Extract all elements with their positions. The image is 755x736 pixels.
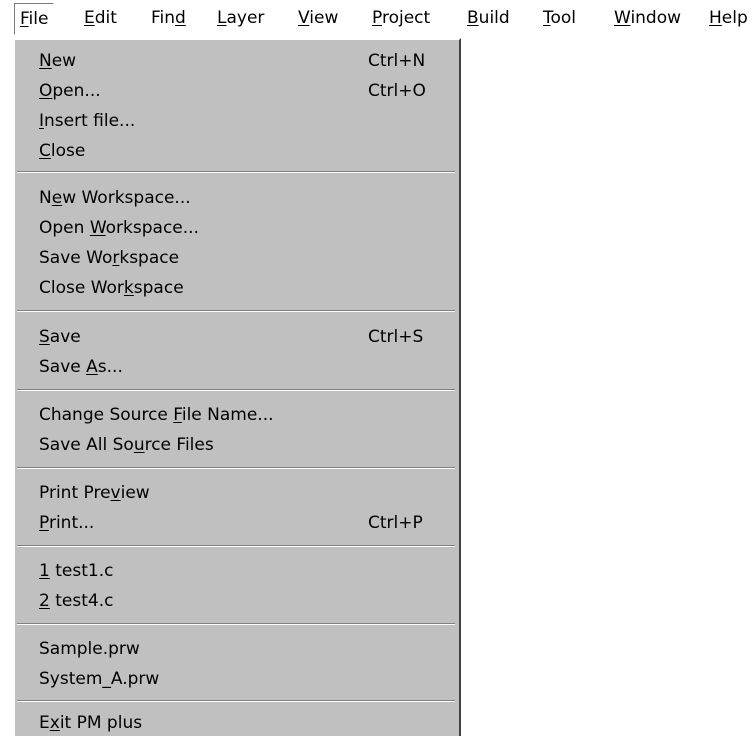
file-menu-dropdown: New Ctrl+N Open... Ctrl+O Insert file...… xyxy=(13,38,461,736)
menu-item-open-workspace[interactable]: Open Workspace... xyxy=(15,213,459,243)
menu-item-label: Sample.prw xyxy=(39,639,140,659)
menu-item-recent-workspace-1[interactable]: Sample.prw xyxy=(15,634,459,664)
menu-item-label: New Workspace... xyxy=(39,188,191,208)
menu-separator xyxy=(17,545,455,547)
menu-item-label: Save xyxy=(39,327,81,347)
menu-item-label: Save All Source Files xyxy=(39,435,214,455)
menu-edit[interactable]: Edit xyxy=(84,3,117,33)
menu-item-label: 1 test1.c xyxy=(39,561,114,581)
menu-view[interactable]: View xyxy=(298,3,338,33)
menu-item-label: Print Preview xyxy=(39,483,150,503)
menu-item-close[interactable]: Close xyxy=(15,136,459,166)
menu-item-open[interactable]: Open... Ctrl+O xyxy=(15,76,459,106)
menu-item-shortcut: Ctrl+S xyxy=(368,327,424,347)
menu-item-label: Save As... xyxy=(39,357,123,377)
menu-item-save-as[interactable]: Save As... xyxy=(15,352,459,382)
menu-item-shortcut: Ctrl+N xyxy=(368,51,426,71)
menu-item-shortcut: Ctrl+P xyxy=(368,513,423,533)
menu-item-print[interactable]: Print... Ctrl+P xyxy=(15,508,459,538)
menu-item-recent-file-2[interactable]: 2 test4.c xyxy=(15,586,459,616)
menu-project[interactable]: Project xyxy=(372,3,430,33)
screen: File Edit Find Layer View Project Build … xyxy=(0,0,755,736)
menu-find[interactable]: Find xyxy=(151,3,186,33)
menu-item-recent-file-1[interactable]: 1 test1.c xyxy=(15,556,459,586)
menu-item-label: Print... xyxy=(39,513,95,533)
menu-separator xyxy=(17,700,455,702)
menu-item-new-workspace[interactable]: New Workspace... xyxy=(15,183,459,213)
menu-item-label: Insert file... xyxy=(39,111,136,131)
menu-item-label: Close Workspace xyxy=(39,278,184,298)
menu-item-label: System_A.prw xyxy=(39,669,160,689)
menu-separator xyxy=(17,171,455,173)
menu-item-save[interactable]: Save Ctrl+S xyxy=(15,322,459,352)
menu-item-insert-file[interactable]: Insert file... xyxy=(15,106,459,136)
menu-item-print-preview[interactable]: Print Preview xyxy=(15,478,459,508)
menu-item-label: New xyxy=(39,51,77,71)
menu-item-label: Exit PM plus xyxy=(39,713,143,733)
menu-item-label: Save Workspace xyxy=(39,248,180,268)
menu-file[interactable]: File xyxy=(14,3,55,35)
menu-help[interactable]: Help xyxy=(709,3,748,33)
menu-item-save-workspace[interactable]: Save Workspace xyxy=(15,243,459,273)
menu-separator xyxy=(17,467,455,469)
menu-item-label: Close xyxy=(39,141,86,161)
menu-item-recent-workspace-2[interactable]: System_A.prw xyxy=(15,664,459,694)
menu-window[interactable]: Window xyxy=(614,3,681,33)
menu-item-label: Change Source File Name... xyxy=(39,405,274,425)
menu-separator xyxy=(17,389,455,391)
menu-item-shortcut: Ctrl+O xyxy=(368,81,426,101)
menu-item-exit[interactable]: Exit PM plus xyxy=(15,708,459,736)
menu-separator xyxy=(17,623,455,625)
menu-item-save-all-source-files[interactable]: Save All Source Files xyxy=(15,430,459,460)
menu-item-label: Open... xyxy=(39,81,101,101)
menu-item-label: 2 test4.c xyxy=(39,591,114,611)
menu-item-close-workspace[interactable]: Close Workspace xyxy=(15,273,459,303)
menu-item-change-source-file-name[interactable]: Change Source File Name... xyxy=(15,400,459,430)
menu-separator xyxy=(17,310,455,312)
menu-tool[interactable]: Tool xyxy=(543,3,576,33)
menu-build[interactable]: Build xyxy=(467,3,510,33)
menu-item-new[interactable]: New Ctrl+N xyxy=(15,46,459,76)
menu-item-label: Open Workspace... xyxy=(39,218,199,238)
menu-bar: File Edit Find Layer View Project Build … xyxy=(0,0,755,35)
menu-layer[interactable]: Layer xyxy=(217,3,264,33)
